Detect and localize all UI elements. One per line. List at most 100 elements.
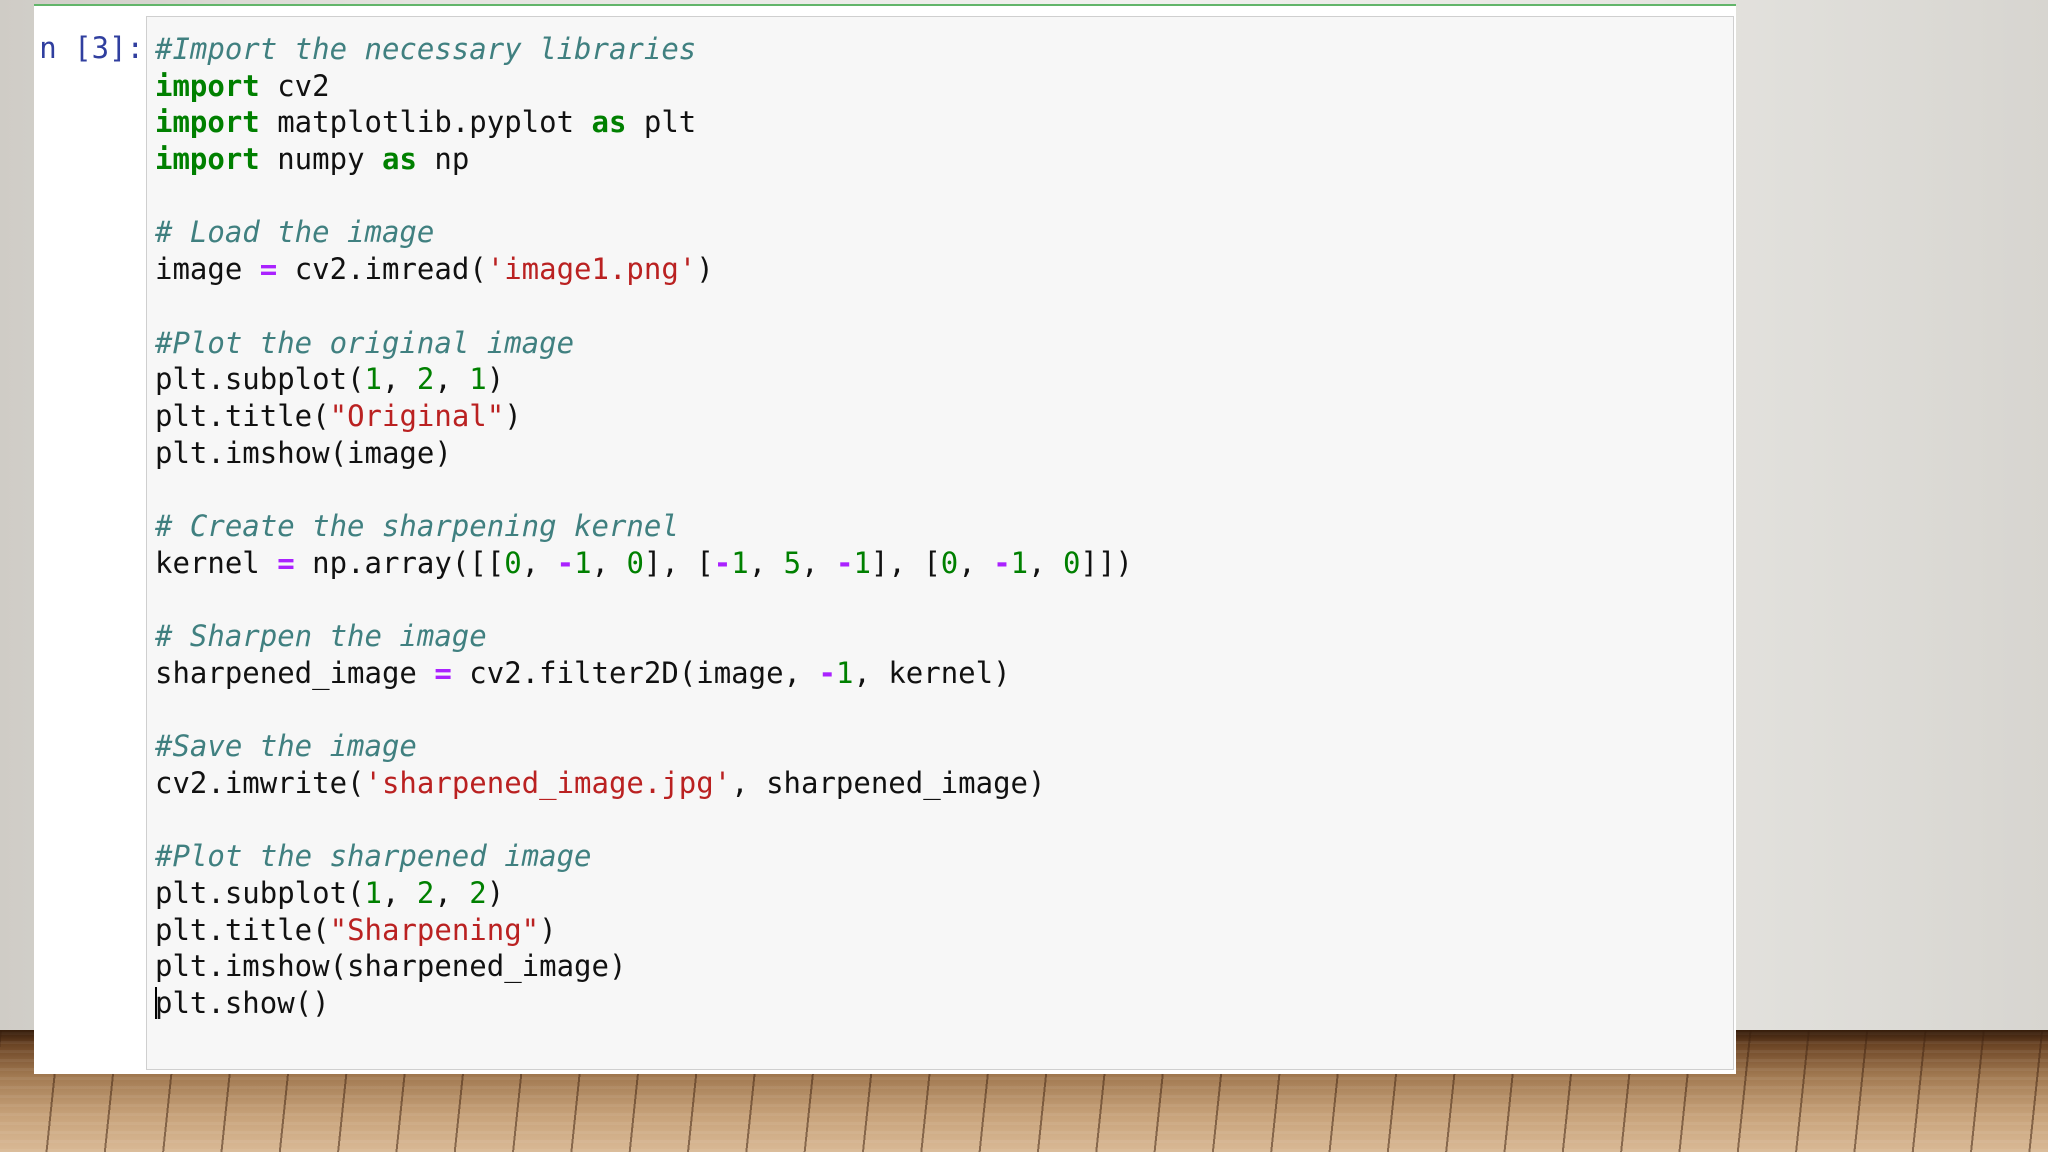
code-line[interactable]: # Create the sharpening kernel (155, 508, 1133, 545)
notebook-code-cell[interactable]: n [3]: #Import the necessary libraries im… (34, 4, 1736, 1074)
code-token: ) (504, 398, 522, 433)
keyword-token: import (155, 68, 260, 103)
code-line[interactable]: #Plot the original image (155, 325, 1133, 362)
code-line[interactable]: plt.title("Sharpening") (155, 912, 1133, 949)
string-token: 'image1.png' (486, 252, 697, 287)
code-token: plt.title( (155, 912, 330, 947)
comment-token: #Import the necessary libraries (155, 32, 697, 66)
number-token: 2 (416, 362, 435, 397)
code-token: plt.show() (155, 985, 330, 1020)
code-token: cv2.filter2D(image, (451, 655, 819, 690)
code-line[interactable] (155, 288, 1133, 325)
code-token: numpy (259, 142, 382, 177)
code-token: , (434, 875, 470, 910)
code-token: ) (539, 912, 557, 947)
code-token: ], [ (643, 545, 714, 580)
comment-token: #Plot the sharpened image (155, 839, 592, 874)
number-token: 1 (364, 875, 382, 910)
code-line[interactable]: #Save the image (155, 728, 1133, 765)
number-token: 1 (574, 545, 592, 580)
code-token: plt.subplot( (155, 362, 365, 397)
code-line[interactable]: image = cv2.imread('image1.png') (155, 251, 1133, 288)
code-token: np (416, 142, 470, 177)
code-token: , (958, 545, 994, 580)
code-token: ) (486, 362, 505, 397)
operator-token: - (556, 545, 575, 580)
number-token: 1 (1010, 545, 1029, 580)
code-line[interactable]: import numpy as np (155, 141, 1133, 178)
code-token: image (155, 252, 260, 287)
code-token: ], [ (870, 545, 941, 580)
code-line[interactable] (155, 178, 1133, 215)
number-token: 1 (835, 655, 854, 690)
comment-token: # Load the image (155, 215, 435, 250)
comment-token: #Plot the original image (155, 325, 575, 360)
keyword-token: import (155, 105, 260, 140)
code-line[interactable]: #Plot the sharpened image (155, 838, 1133, 875)
code-line[interactable]: plt.subplot(1, 2, 1) (155, 361, 1133, 398)
code-token: ) (696, 252, 714, 287)
code-editor[interactable]: #Import the necessary libraries import cv… (146, 16, 1734, 1070)
code-line[interactable] (155, 691, 1133, 728)
number-token: 1 (364, 362, 382, 397)
code-token: , kernel) (853, 655, 1011, 690)
code-token: ) (486, 875, 505, 910)
keyword-token: import (155, 142, 260, 177)
code-line[interactable]: plt.imshow(image) (155, 435, 1133, 472)
number-token: 0 (940, 545, 959, 580)
code-token: plt.imshow(image) (155, 435, 452, 470)
code-line[interactable]: cv2.imwrite('sharpened_image.jpg', sharp… (155, 765, 1133, 802)
code-token: sharpened_image (155, 655, 435, 690)
code-token: cv2.imread( (277, 252, 487, 287)
comment-token: #Save the image (155, 729, 417, 764)
code-token: np.array([[ (294, 545, 505, 580)
code-line[interactable]: plt.show() (155, 985, 1133, 1022)
string-token: "Original" (329, 398, 505, 433)
code-token: plt.title( (155, 398, 330, 433)
code-token: cv2 (259, 68, 330, 103)
code-token: , (591, 545, 627, 580)
code-content[interactable]: #Import the necessary libraries import cv… (155, 31, 1133, 1022)
code-line[interactable] (155, 581, 1133, 618)
keyword-token: as (591, 105, 627, 140)
number-token: 2 (469, 875, 487, 910)
operator-token: = (434, 655, 452, 690)
code-line[interactable]: plt.subplot(1, 2, 2) (155, 875, 1133, 912)
code-line[interactable]: plt.title("Original") (155, 398, 1133, 435)
keyword-token: as (381, 142, 417, 177)
string-token: 'sharpened_image.jpg' (364, 765, 732, 800)
code-line[interactable]: plt.imshow(sharpened_image) (155, 948, 1133, 985)
comment-token: # Create the sharpening kernel (155, 508, 679, 543)
code-line[interactable]: # Load the image (155, 214, 1133, 251)
code-token: matplotlib.pyplot (259, 105, 592, 140)
operator-token: - (713, 545, 732, 580)
code-token: , (1028, 545, 1064, 580)
number-token: 5 (783, 545, 802, 580)
code-line[interactable]: #Import the necessary libraries (155, 31, 1133, 68)
code-token: plt (626, 105, 697, 140)
code-line[interactable] (155, 471, 1133, 508)
comment-token: # Sharpen the image (155, 619, 487, 653)
operator-token: = (259, 252, 278, 287)
number-token: 1 (853, 545, 871, 580)
code-line[interactable]: import cv2 (155, 68, 1133, 105)
code-token: ]]) (1080, 545, 1133, 580)
code-token: , (748, 545, 784, 580)
number-token: 0 (504, 545, 522, 580)
code-token: , (521, 545, 557, 580)
number-token: 0 (1063, 545, 1081, 580)
code-token: plt.subplot( (155, 875, 365, 910)
code-line[interactable]: sharpened_image = cv2.filter2D(image, -1… (155, 655, 1133, 692)
number-token: 0 (626, 545, 644, 580)
code-line[interactable] (155, 801, 1133, 838)
number-token: 2 (416, 875, 435, 910)
code-token: cv2.imwrite( (155, 765, 365, 800)
code-token: , (381, 875, 417, 910)
code-line[interactable]: import matplotlib.pyplot as plt (155, 104, 1133, 141)
number-token: 1 (469, 362, 487, 397)
code-line[interactable]: kernel = np.array([[0, -1, 0], [-1, 5, -… (155, 545, 1133, 582)
code-token: , (434, 362, 470, 397)
number-token: 1 (731, 545, 749, 580)
string-token: "Sharpening" (329, 912, 540, 947)
code-line[interactable]: # Sharpen the image (155, 618, 1133, 655)
